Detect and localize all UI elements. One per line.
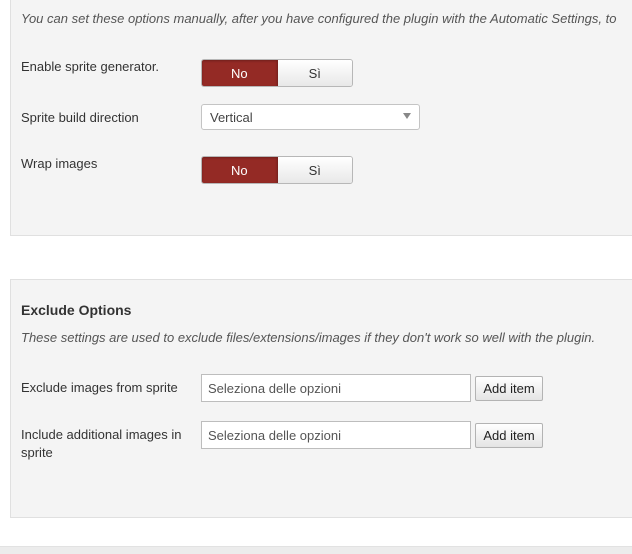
wrap-images-si-option[interactable]: Sì xyxy=(277,157,352,183)
build-direction-label: Sprite build direction xyxy=(21,110,139,125)
exclude-images-add-button[interactable]: Add item xyxy=(475,376,543,401)
exclude-images-placeholder: Seleziona delle opzioni xyxy=(208,380,341,396)
include-images-placeholder: Seleziona delle opzioni xyxy=(208,427,341,443)
include-images-input[interactable]: Seleziona delle opzioni xyxy=(201,421,471,449)
exclude-images-label: Exclude images from sprite xyxy=(21,380,178,395)
enable-sprite-toggle: No Sì xyxy=(201,59,353,87)
enable-sprite-label: Enable sprite generator. xyxy=(21,59,160,74)
build-direction-select[interactable]: Vertical xyxy=(201,104,420,130)
settings-intro-text: You can set these options manually, afte… xyxy=(21,11,617,26)
wrap-images-label: Wrap images xyxy=(21,156,98,171)
wrap-images-no-option[interactable]: No xyxy=(202,157,278,183)
exclude-options-panel: Exclude Options These settings are used … xyxy=(10,279,632,518)
enable-sprite-si-option[interactable]: Sì xyxy=(277,60,352,86)
exclude-options-description: These settings are used to exclude files… xyxy=(21,330,596,345)
exclude-options-title: Exclude Options xyxy=(21,302,132,318)
exclude-images-input[interactable]: Seleziona delle opzioni xyxy=(201,374,471,402)
wrap-images-toggle: No Sì xyxy=(201,156,353,184)
sprite-settings-panel: You can set these options manually, afte… xyxy=(10,0,632,236)
include-images-label: Include additional images in sprite xyxy=(21,427,182,460)
include-images-add-button[interactable]: Add item xyxy=(475,423,543,448)
chevron-down-icon xyxy=(403,113,411,119)
enable-sprite-no-option[interactable]: No xyxy=(202,60,278,86)
build-direction-value: Vertical xyxy=(210,109,253,125)
